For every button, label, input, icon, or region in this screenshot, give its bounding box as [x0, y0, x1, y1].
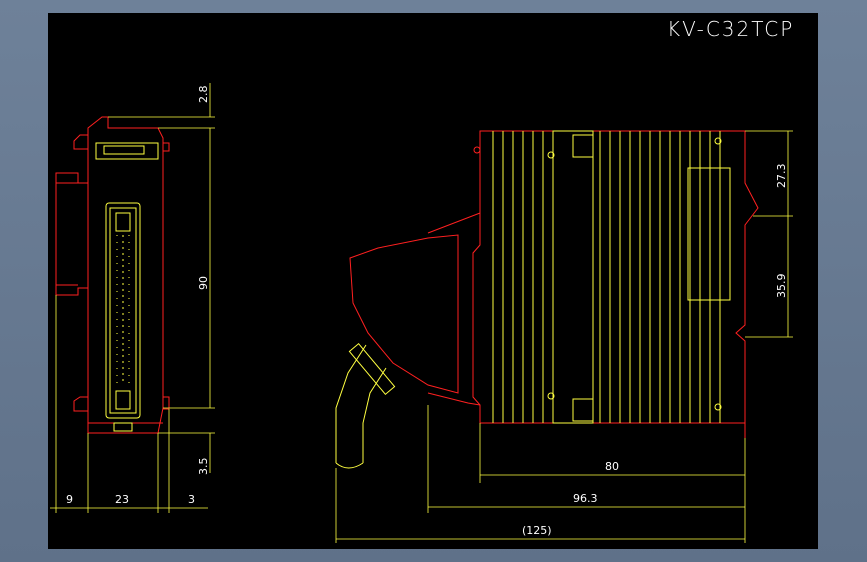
front-left-clip — [55, 172, 89, 296]
front-view — [55, 116, 170, 434]
drawing-title: KV-C32TCP — [667, 17, 794, 41]
cad-drawing-canvas: KV-C32TCP 2.8 90 3.5 9 23 3 27.3 35.9 80… — [48, 13, 818, 549]
front-dimension-lines — [50, 83, 215, 513]
dim-depth-with-connector: 96.3 — [573, 492, 598, 505]
side-view — [349, 130, 759, 438]
side-view-details — [335, 130, 731, 469]
dim-front-height: 90 — [197, 276, 210, 290]
dim-mid-width: 23 — [115, 493, 129, 506]
dim-body-depth: 80 — [605, 460, 619, 473]
dim-upper-height: 27.3 — [775, 164, 788, 189]
front-top-tab — [73, 134, 89, 150]
cable — [335, 344, 367, 463]
front-view-details — [95, 142, 159, 432]
dim-top-offset: 2.8 — [197, 86, 210, 104]
dim-lower-height: 35.9 — [775, 274, 788, 299]
side-dimension-lines — [335, 130, 793, 543]
side-label-plate — [687, 167, 731, 301]
dim-right-width: 3 — [188, 493, 195, 506]
side-connector — [349, 234, 459, 394]
front-bottom-tab — [73, 396, 89, 412]
dim-left-width: 9 — [66, 493, 73, 506]
dim-overall-depth: (125) — [522, 524, 552, 537]
side-body-outline — [472, 130, 759, 424]
cad-drawing: KV-C32TCP 2.8 90 3.5 9 23 3 27.3 35.9 80… — [50, 17, 794, 543]
front-body-outline — [87, 116, 164, 434]
dim-bottom-offset: 3.5 — [197, 458, 210, 476]
